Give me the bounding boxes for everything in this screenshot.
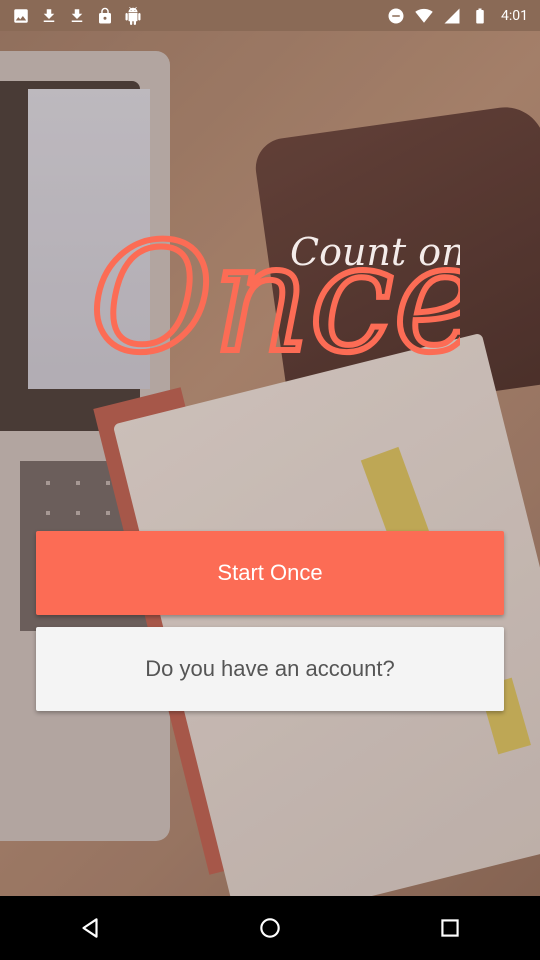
back-button[interactable] — [66, 904, 114, 952]
recents-icon — [441, 919, 459, 937]
lock-icon — [96, 7, 114, 25]
recents-button[interactable] — [426, 904, 474, 952]
android-icon — [124, 6, 142, 25]
have-account-button[interactable]: Do you have an account? — [36, 627, 504, 711]
logo-wordmark: Once — [90, 212, 460, 380]
image-icon — [12, 7, 30, 25]
home-button[interactable] — [246, 904, 294, 952]
home-icon — [260, 918, 280, 938]
background-photo — [0, 31, 540, 896]
battery-icon — [471, 7, 489, 25]
status-left-icons — [12, 6, 142, 25]
start-once-button[interactable]: Start Once — [36, 531, 504, 615]
signal-icon — [443, 7, 461, 25]
status-time: 4:01 — [501, 7, 528, 24]
download-icon — [68, 7, 86, 25]
status-bar: 4:01 — [0, 0, 540, 31]
wifi-icon — [415, 7, 433, 25]
app-logo: Count on Once — [80, 180, 485, 389]
status-right-icons: 4:01 — [387, 7, 528, 25]
dnd-icon — [387, 7, 405, 25]
navigation-bar — [0, 896, 540, 960]
back-icon — [82, 918, 98, 938]
download-icon — [40, 7, 58, 25]
